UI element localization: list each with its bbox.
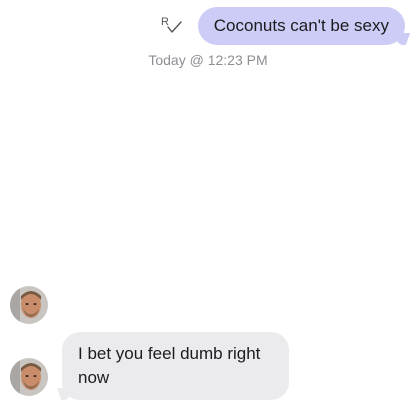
contact-avatar[interactable]: [10, 358, 48, 396]
chat-thread: R Coconuts can't be sexy Today @ 12:23 P…: [0, 0, 416, 400]
message-timestamp: Today @ 12:23 PM: [148, 52, 268, 68]
incoming-message-text: I bet you feel dumb right now: [78, 344, 261, 387]
svg-text:R: R: [161, 16, 169, 28]
outgoing-message-bubble[interactable]: Coconuts can't be sexy: [197, 7, 405, 45]
incoming-message-bubble[interactable]: I bet you feel dumb right now: [62, 332, 289, 400]
read-receipt-icon: R: [161, 16, 182, 33]
outgoing-message-text: Coconuts can't be sexy: [213, 16, 389, 35]
contact-avatar[interactable]: [10, 286, 48, 324]
